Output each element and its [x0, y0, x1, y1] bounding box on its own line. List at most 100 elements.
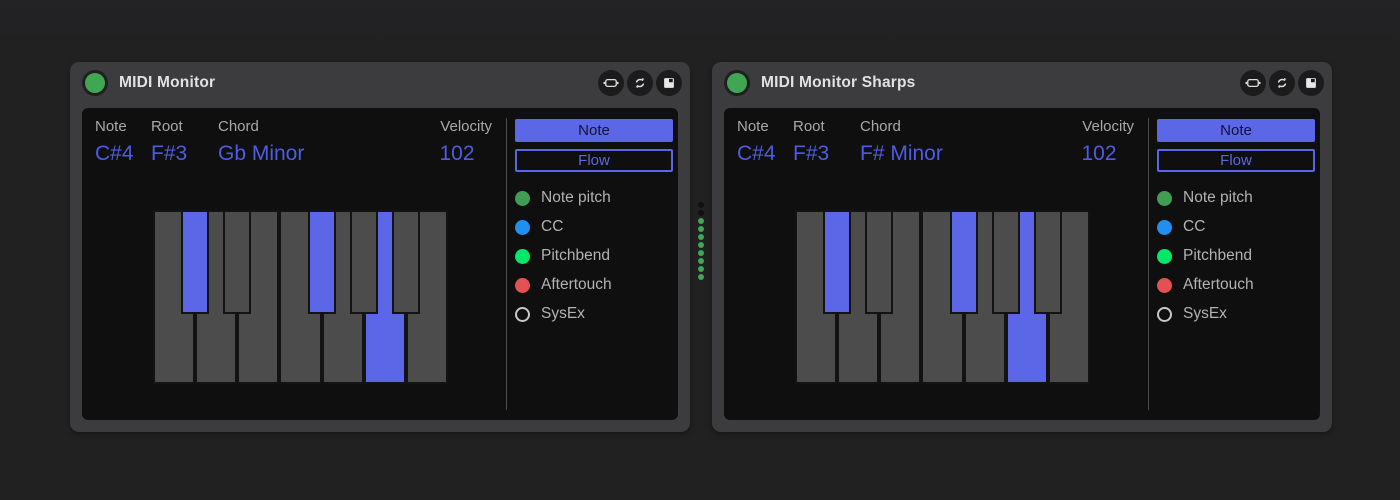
key-g-sharp[interactable]	[350, 210, 378, 314]
legend-item-cc: CC	[515, 219, 612, 235]
hot-swap-icon[interactable]	[1269, 70, 1295, 96]
device-titlebar: MIDI Monitor Sharps	[712, 62, 1332, 104]
device-activate-led[interactable]	[727, 73, 747, 93]
meter-dot	[698, 218, 704, 224]
legend-label: CC	[541, 218, 563, 236]
note-field: Note C#4	[95, 118, 134, 166]
legend-item-note-pitch: Note pitch	[515, 190, 612, 206]
cc-dot	[1157, 220, 1172, 235]
legend-item-note-pitch: Note pitch	[1157, 190, 1254, 206]
velocity-value: 102	[422, 142, 492, 166]
legend-item-cc: CC	[1157, 219, 1254, 235]
meter-dot	[698, 226, 704, 232]
message-type-legend: Note pitch CC Pitchbend Aftertouch SysEx	[1157, 190, 1254, 322]
velocity-value: 102	[1064, 142, 1134, 166]
velocity-label: Velocity	[422, 118, 492, 136]
key-d-sharp[interactable]	[223, 210, 251, 314]
key-c-sharp[interactable]	[823, 210, 851, 314]
velocity-field: Velocity 102	[422, 118, 492, 166]
root-value: F#3	[793, 142, 829, 166]
device-title: MIDI Monitor Sharps	[761, 74, 1240, 92]
root-label: Root	[151, 118, 187, 136]
legend-label: Aftertouch	[541, 276, 612, 294]
hot-swap-icon[interactable]	[627, 70, 653, 96]
titlebar-icon-group	[598, 70, 682, 96]
device-midi-monitor-sharps: MIDI Monitor Sharps	[712, 62, 1332, 432]
device-title: MIDI Monitor	[119, 74, 598, 92]
titlebar-icon-group	[1240, 70, 1324, 96]
chord-keyboard	[153, 210, 448, 384]
note-value: C#4	[95, 142, 134, 166]
note-pitch-dot	[1157, 191, 1172, 206]
key-f-sharp[interactable]	[950, 210, 978, 314]
legend-label: Pitchbend	[541, 247, 610, 265]
max-editor-icon[interactable]	[598, 70, 624, 96]
chord-label: Chord	[860, 118, 943, 136]
key-d-sharp[interactable]	[865, 210, 893, 314]
panel-divider	[1148, 118, 1149, 410]
velocity-field: Velocity 102	[1064, 118, 1134, 166]
legend-label: Pitchbend	[1183, 247, 1252, 265]
root-label: Root	[793, 118, 829, 136]
legend-item-sysex: SysEx	[515, 306, 612, 322]
legend-item-aftertouch: Aftertouch	[515, 277, 612, 293]
root-value: F#3	[151, 142, 187, 166]
meter-dot	[698, 274, 704, 280]
cc-dot	[515, 220, 530, 235]
message-type-legend: Note pitch CC Pitchbend Aftertouch SysEx	[515, 190, 612, 322]
meter-dot	[698, 266, 704, 272]
velocity-label: Velocity	[1064, 118, 1134, 136]
device-activate-led[interactable]	[85, 73, 105, 93]
chord-label: Chord	[218, 118, 304, 136]
tab-flow[interactable]: Flow	[1157, 149, 1315, 172]
key-a-sharp[interactable]	[392, 210, 420, 314]
save-icon[interactable]	[1298, 70, 1324, 96]
key-g-sharp[interactable]	[992, 210, 1020, 314]
legend-label: Note pitch	[541, 189, 611, 207]
note-value: C#4	[737, 142, 776, 166]
legend-label: SysEx	[1183, 305, 1227, 323]
legend-item-aftertouch: Aftertouch	[1157, 277, 1254, 293]
tab-flow[interactable]: Flow	[515, 149, 673, 172]
legend-item-sysex: SysEx	[1157, 306, 1254, 322]
note-field: Note C#4	[737, 118, 776, 166]
key-a-sharp[interactable]	[1034, 210, 1062, 314]
legend-label: SysEx	[541, 305, 585, 323]
chord-value: F# Minor	[860, 142, 943, 166]
tab-note[interactable]: Note	[515, 119, 673, 142]
aftertouch-dot	[1157, 278, 1172, 293]
sysex-dot	[515, 307, 530, 322]
meter-dot	[698, 210, 704, 216]
device-titlebar: MIDI Monitor	[70, 62, 690, 104]
pitchbend-dot	[1157, 249, 1172, 264]
device-panel: Note C#4 Root F#3 Chord Gb Minor Velocit…	[82, 108, 678, 420]
aftertouch-dot	[515, 278, 530, 293]
pitchbend-dot	[515, 249, 530, 264]
sysex-dot	[1157, 307, 1172, 322]
meter-dot	[698, 202, 704, 208]
meter-dot	[698, 258, 704, 264]
chord-field: Chord F# Minor	[860, 118, 943, 166]
chord-value: Gb Minor	[218, 142, 304, 166]
root-field: Root F#3	[793, 118, 829, 166]
meter-dot	[698, 250, 704, 256]
device-panel: Note C#4 Root F#3 Chord F# Minor Velocit…	[724, 108, 1320, 420]
key-f-sharp[interactable]	[308, 210, 336, 314]
midi-activity-meter	[698, 202, 704, 280]
legend-label: Aftertouch	[1183, 276, 1254, 294]
note-label: Note	[737, 118, 776, 136]
legend-label: Note pitch	[1183, 189, 1253, 207]
key-c-sharp[interactable]	[181, 210, 209, 314]
max-editor-icon[interactable]	[1240, 70, 1266, 96]
chord-field: Chord Gb Minor	[218, 118, 304, 166]
note-label: Note	[95, 118, 134, 136]
panel-divider	[506, 118, 507, 410]
note-pitch-dot	[515, 191, 530, 206]
meter-dot	[698, 234, 704, 240]
legend-item-pitchbend: Pitchbend	[1157, 248, 1254, 264]
device-midi-monitor: MIDI Monitor	[70, 62, 690, 432]
save-icon[interactable]	[656, 70, 682, 96]
tab-note[interactable]: Note	[1157, 119, 1315, 142]
meter-dot	[698, 242, 704, 248]
legend-label: CC	[1183, 218, 1205, 236]
